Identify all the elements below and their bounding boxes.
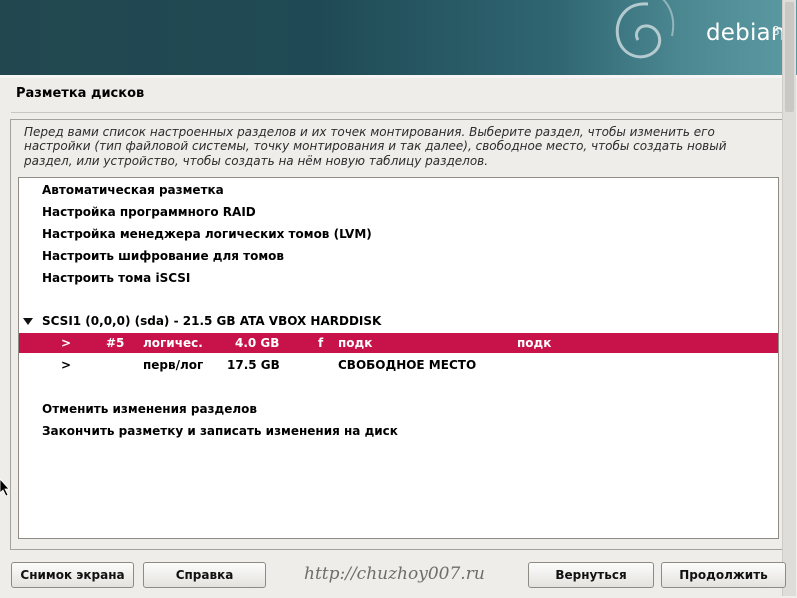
menu-item-auto-partition[interactable]: Автоматическая разметка: [19, 180, 778, 200]
disk-row-sda[interactable]: SCSI1 (0,0,0) (sda) - 21.5 GB ATA VBOX H…: [19, 311, 778, 331]
partition-mount: подк: [517, 336, 552, 350]
continue-button[interactable]: Продолжить: [661, 562, 786, 588]
menu-item-label: Настройка программного RAID: [42, 205, 256, 219]
partition-number: #5: [106, 336, 125, 350]
partition-filesystem: СВОБОДНОЕ МЕСТО: [338, 358, 477, 372]
menu-item-label: Автоматическая разметка: [42, 183, 224, 197]
screenshot-button[interactable]: Снимок экрана: [11, 562, 134, 588]
partition-row-free-space[interactable]: > перв/лог 17.5 GB СВОБОДНОЕ МЕСТО: [19, 355, 778, 375]
partition-panel: Перед вами список настроенных разделов и…: [10, 119, 786, 550]
title-separator: [11, 112, 786, 113]
menu-item-finish-partitioning[interactable]: Закончить разметку и записать изменения …: [19, 421, 778, 441]
help-button[interactable]: Справка: [143, 562, 266, 588]
disk-label: SCSI1 (0,0,0) (sda) - 21.5 GB ATA VBOX H…: [42, 314, 382, 328]
menu-item-software-raid[interactable]: Настройка программного RAID: [19, 202, 778, 222]
menu-item-label: Отменить изменения разделов: [42, 402, 257, 416]
partition-filesystem: подк: [338, 336, 373, 350]
menu-item-iscsi[interactable]: Настроить тома iSCSI: [19, 268, 778, 288]
instructions-text: Перед вами список настроенных разделов и…: [24, 125, 727, 168]
menu-item-label: Закончить разметку и записать изменения …: [42, 424, 398, 438]
partition-size: 17.5 GB: [227, 358, 280, 372]
partition-arrow: >: [61, 336, 72, 350]
menu-item-lvm[interactable]: Настройка менеджера логических томов (LV…: [19, 224, 778, 244]
partition-type: перв/лог: [143, 358, 204, 372]
partition-size: 4.0 GB: [235, 336, 280, 350]
menu-item-label: Настройка менеджера логических томов (LV…: [42, 227, 372, 241]
debian-version: 8: [772, 24, 780, 38]
menu-item-label: Настроить тома iSCSI: [42, 271, 191, 285]
expand-triangle-icon: [23, 318, 33, 325]
mouse-cursor-icon: [0, 479, 10, 497]
debian-banner: debian 8: [0, 0, 797, 75]
scrollbar-thumb[interactable]: [785, 2, 794, 112]
partition-type: логичес.: [143, 336, 203, 350]
menu-item-label: Настроить шифрование для томов: [42, 249, 284, 263]
page-scrollbar[interactable]: [782, 0, 796, 596]
menu-item-encryption[interactable]: Настроить шифрование для томов: [19, 246, 778, 266]
menu-item-undo-changes[interactable]: Отменить изменения разделов: [19, 399, 778, 419]
partition-list[interactable]: Автоматическая разметка Настройка програ…: [18, 177, 779, 539]
page-title: Разметка дисков: [16, 86, 145, 101]
watermark-url: http://chuzhoy007.ru: [304, 564, 485, 584]
partition-arrow: >: [61, 358, 72, 372]
partition-row-selected[interactable]: > #5 логичес. 4.0 GB f подк подк: [19, 333, 778, 353]
banner-divider: [0, 75, 797, 78]
back-button[interactable]: Вернуться: [528, 562, 654, 588]
partition-flag: f: [318, 336, 324, 350]
debian-swirl-logo: [615, 0, 675, 59]
